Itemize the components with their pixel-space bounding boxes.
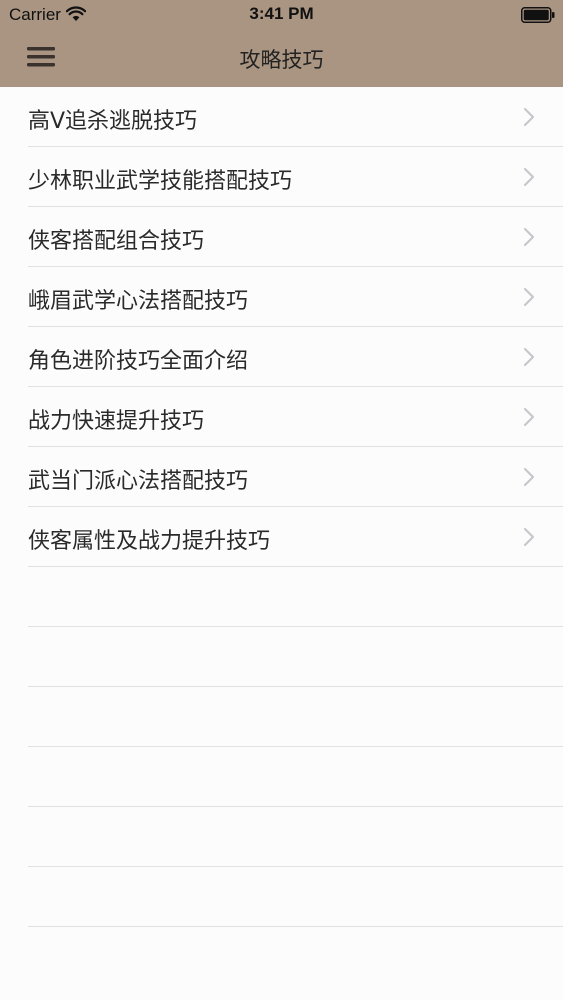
- chevron-right-icon: [523, 347, 535, 367]
- empty-row: [0, 567, 563, 627]
- list-item[interactable]: 侠客搭配组合技巧: [0, 207, 563, 267]
- hamburger-menu-icon: [27, 47, 55, 67]
- list-item-label: 武当门派心法搭配技巧: [28, 469, 249, 494]
- list-item[interactable]: 少林职业武学技能搭配技巧: [0, 147, 563, 207]
- list-item[interactable]: 武当门派心法搭配技巧: [0, 447, 563, 507]
- chevron-right-icon: [523, 227, 535, 247]
- empty-row: [0, 807, 563, 867]
- chevron-right-icon: [523, 167, 535, 187]
- chevron-right-icon: [523, 467, 535, 487]
- list-item-label: 侠客搭配组合技巧: [28, 229, 205, 254]
- empty-row: [0, 747, 563, 807]
- list-item-label: 峨眉武学心法搭配技巧: [28, 289, 249, 314]
- chevron-right-icon: [523, 407, 535, 427]
- menu-button[interactable]: [22, 42, 58, 72]
- chevron-right-icon: [523, 107, 535, 127]
- page-title: 攻略技巧: [239, 48, 324, 72]
- list-item[interactable]: 角色进阶技巧全面介绍: [0, 327, 563, 387]
- list-item-label: 侠客属性及战力提升技巧: [28, 529, 271, 554]
- list-item-label: 角色进阶技巧全面介绍: [28, 349, 249, 374]
- list-item[interactable]: 侠客属性及战力提升技巧: [0, 507, 563, 567]
- status-bar: Carrier 3:41 PM: [0, 0, 563, 30]
- battery-icon: [521, 7, 555, 23]
- list-item-label: 少林职业武学技能搭配技巧: [28, 169, 293, 194]
- chevron-right-icon: [523, 287, 535, 307]
- empty-row: [0, 687, 563, 747]
- list-item[interactable]: 战力快速提升技巧: [0, 387, 563, 447]
- navigation-bar: 攻略技巧: [0, 30, 563, 87]
- chevron-right-icon: [523, 527, 535, 547]
- list-item-label: 高V追杀逃脱技巧: [28, 109, 198, 134]
- empty-row: [0, 867, 563, 927]
- status-time: 3:41 PM: [249, 4, 314, 23]
- list-item-label: 战力快速提升技巧: [28, 409, 205, 434]
- empty-row: [0, 627, 563, 687]
- list-item[interactable]: 高V追杀逃脱技巧: [0, 87, 563, 147]
- list-item[interactable]: 峨眉武学心法搭配技巧: [0, 267, 563, 327]
- top-bar: Carrier 3:41 PM 攻略技巧: [0, 0, 563, 87]
- guide-list: 高V追杀逃脱技巧 少林职业武学技能搭配技巧 侠客搭配组合技巧 峨眉武学心法搭配技…: [0, 87, 563, 927]
